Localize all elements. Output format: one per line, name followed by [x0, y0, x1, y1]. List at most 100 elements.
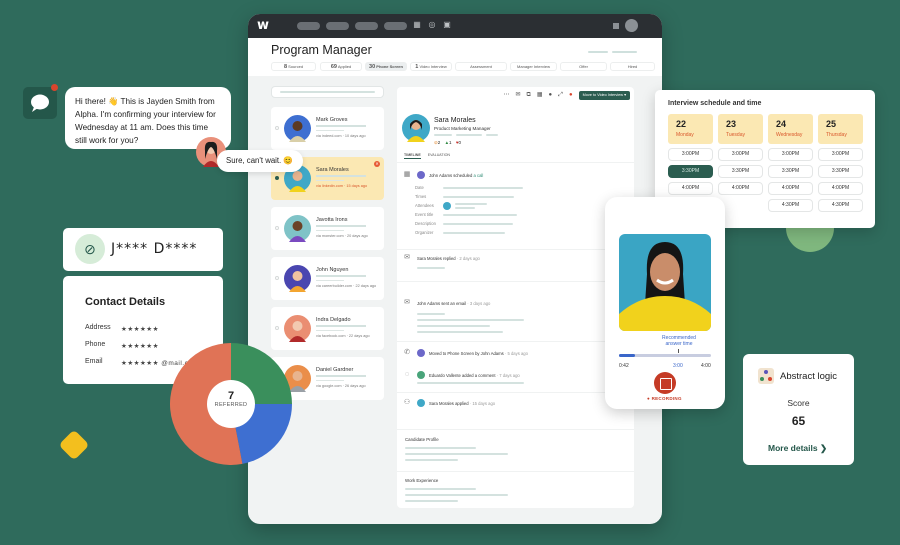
calendar-icon: ▦ [403, 171, 411, 178]
link-icon[interactable]: ⤢ [558, 92, 563, 98]
elapsed-time: 0:42 [619, 363, 629, 369]
detail-toolbar: ⋯ ✉ ⧉ ▦ ● ⤢ ● Move to Video Interview ▾ [504, 90, 630, 100]
eye-off-icon[interactable]: ⊘ [75, 234, 105, 264]
time-slot[interactable]: 3:30PM [818, 165, 863, 178]
stage-tab[interactable]: Manager Interview [510, 62, 557, 71]
nav-pill[interactable] [384, 22, 407, 30]
timeline-applied: Sara Morales applied · 15 days ago [429, 401, 496, 406]
candidate-card[interactable]: John Nguyen via careerbuilder.com · 22 da… [271, 257, 384, 300]
candidate-avatar [284, 315, 311, 342]
flag-icon[interactable]: ✕ [374, 161, 380, 167]
user-icon: ⚇ [403, 399, 411, 406]
tab-timeline[interactable]: TIMELINE [404, 153, 421, 159]
time-slot[interactable]: 3:30PM [768, 165, 813, 178]
timeline-moved: Moved to Phone Screen by John Adams · 5 … [429, 351, 528, 356]
time-slot[interactable]: 3:00PM [718, 148, 763, 161]
placeholder-line [316, 175, 366, 177]
time-slot[interactable]: 4:00PM [768, 182, 813, 195]
stop-recording-button[interactable] [654, 372, 676, 394]
more-details-link[interactable]: More details ❯ [768, 443, 827, 454]
time-slot[interactable]: 3:30PM [718, 165, 763, 178]
contact-title: Contact Details [85, 296, 166, 308]
time-slot[interactable]: 4:30PM [768, 199, 813, 212]
select-radio[interactable] [275, 326, 279, 330]
stage-tab[interactable]: 8 Sourced [271, 62, 316, 71]
nav-pill[interactable] [355, 22, 378, 30]
candidate-avatar [402, 114, 430, 142]
stage-tab[interactable]: 1 Video Interview [410, 62, 452, 71]
tab-evaluation[interactable]: EVALUATION [428, 153, 450, 157]
nav-pill[interactable] [297, 22, 320, 30]
time-slot[interactable]: 3:00PM [818, 148, 863, 161]
chat-icon[interactable]: ● [549, 92, 553, 98]
time-slot[interactable]: 4:00PM [818, 182, 863, 195]
nav-pill[interactable] [326, 22, 349, 30]
calendar-icon[interactable]: ▦ [413, 21, 421, 29]
candidate-source: via careerbuilder.com · 22 days ago [316, 284, 377, 288]
email-icon[interactable]: ✉ [516, 92, 521, 98]
placeholder-line [316, 280, 344, 281]
candidate-card[interactable]: Mark Groves via indeed.com · 10 days ago [271, 107, 384, 150]
candidate-name: Daniel Gardner [316, 367, 354, 373]
brand-logo[interactable]: w [257, 18, 269, 33]
chat-button[interactable] [23, 87, 57, 119]
call-field-label: Date [415, 185, 424, 190]
time-slot[interactable]: 4:00PM [668, 182, 713, 195]
stage-tab[interactable]: 30 Phone Screen [365, 62, 407, 71]
time-slot[interactable]: 4:30PM [818, 199, 863, 212]
call-field-label: Times [415, 194, 427, 199]
share-icon[interactable]: ⧉ [527, 92, 531, 98]
more-icon[interactable]: ⋯ [504, 92, 510, 98]
move-stage-button[interactable]: Move to Video Interview ▾ [578, 90, 630, 100]
divider [397, 281, 634, 282]
placeholder-line [316, 125, 366, 127]
select-radio[interactable] [275, 226, 279, 230]
stage-tab[interactable]: Offer [560, 62, 607, 71]
assessment-card: Abstract logic Score 65 More details ❯ [743, 354, 854, 465]
app-window: w ▦ ◎ ▣ Program Manager 8 Sourced 69 Appl… [248, 14, 662, 524]
address-label: Address [85, 324, 111, 331]
notification-icon[interactable] [613, 23, 619, 29]
candidate-name: John Nguyen [316, 267, 349, 273]
recommended-time-label: Recommended answer time [662, 335, 696, 347]
stage-count: 30 [369, 64, 376, 70]
placeholder-line [443, 196, 514, 198]
stage-tab[interactable]: 69 Applied [320, 62, 362, 71]
user-avatar[interactable] [625, 19, 638, 32]
day-name: Wednesday [776, 132, 803, 138]
referred-label: REFERRED [214, 402, 248, 408]
phone-value: ★★★★★★ [121, 343, 159, 350]
recording-progress-fill [619, 354, 636, 357]
call-link[interactable]: a call [473, 173, 483, 178]
section-candidate-profile: Candidate Profile [405, 437, 439, 442]
stage-label: Manager Interview [517, 64, 550, 69]
day-number: 23 [726, 119, 737, 129]
divider [397, 471, 634, 472]
select-radio[interactable] [275, 126, 279, 130]
image-icon[interactable]: ▣ [443, 21, 451, 29]
candidate-avatar [284, 115, 311, 142]
call-field-label: Event title [415, 212, 434, 217]
page-title: Program Manager [271, 43, 372, 57]
email-preview [417, 313, 445, 315]
section-work-experience: Work Experience [405, 478, 439, 483]
time-slot[interactable]: 3:00PM [768, 148, 813, 161]
reject-icon[interactable]: ● [569, 92, 573, 98]
message-preview [417, 267, 445, 269]
select-radio[interactable] [275, 276, 279, 280]
email-preview [417, 331, 503, 333]
stage-tab[interactable]: Hired [610, 62, 655, 71]
time-slot[interactable]: 4:00PM [718, 182, 763, 195]
calendar-icon[interactable]: ▦ [537, 92, 543, 98]
select-radio[interactable] [275, 176, 279, 180]
candidate-source: via facebook.com · 22 days ago [316, 334, 370, 338]
time-slot[interactable]: 3:30PM [668, 165, 713, 178]
placeholder-line [316, 180, 344, 181]
placeholder-line [316, 275, 366, 277]
candidate-search[interactable] [271, 86, 384, 98]
time-slot[interactable]: 3:00PM [668, 148, 713, 161]
clock-icon[interactable]: ◎ [428, 21, 436, 29]
recommended-time: 3:00 [673, 363, 683, 369]
stage-tab[interactable]: Assessment [455, 62, 507, 71]
candidate-card[interactable]: Javotta Irons via monster.com · 20 days a… [271, 207, 384, 250]
